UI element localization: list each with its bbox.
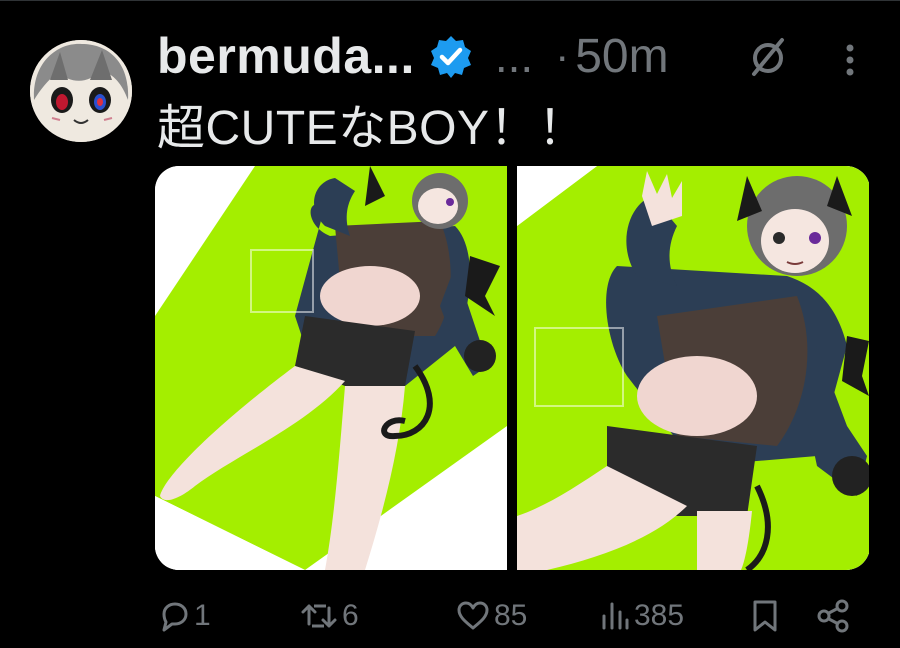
reply-count: 1	[194, 599, 211, 632]
repost-button[interactable]: 6	[300, 588, 359, 644]
media-image-2[interactable]	[517, 166, 869, 570]
media-grid	[155, 166, 870, 570]
views-chart-icon	[600, 600, 630, 632]
avatar[interactable]	[30, 40, 132, 142]
separator-dot: ·	[555, 32, 570, 79]
share-icon	[815, 599, 851, 633]
like-count: 85	[494, 599, 528, 632]
hide-circle-slash-icon[interactable]	[746, 32, 790, 80]
views-count: 385	[634, 599, 685, 632]
share-button[interactable]	[815, 588, 851, 644]
tweet-text: 超CUTEなBOY！！	[157, 102, 587, 155]
top-divider	[0, 0, 900, 1]
more-options-icon[interactable]	[838, 42, 862, 78]
reply-button[interactable]: 1	[158, 588, 211, 644]
display-name[interactable]: bermuda...	[157, 27, 415, 85]
repost-icon	[300, 600, 338, 632]
timestamp[interactable]: 50m	[575, 29, 668, 84]
heart-icon	[456, 600, 490, 632]
handle[interactable]: ...	[495, 29, 533, 83]
tweet-header: bermuda... ... · 50m	[157, 24, 669, 88]
bookmark-button[interactable]	[751, 588, 779, 644]
media-image-1[interactable]	[155, 166, 507, 570]
repost-count: 6	[342, 599, 359, 632]
reply-icon	[158, 600, 190, 632]
bookmark-icon	[751, 599, 779, 633]
verified-badge-icon	[429, 34, 473, 78]
like-button[interactable]: 85	[456, 588, 527, 644]
action-bar: 1 6 85 385	[0, 588, 900, 644]
views-button[interactable]: 385	[600, 588, 684, 644]
